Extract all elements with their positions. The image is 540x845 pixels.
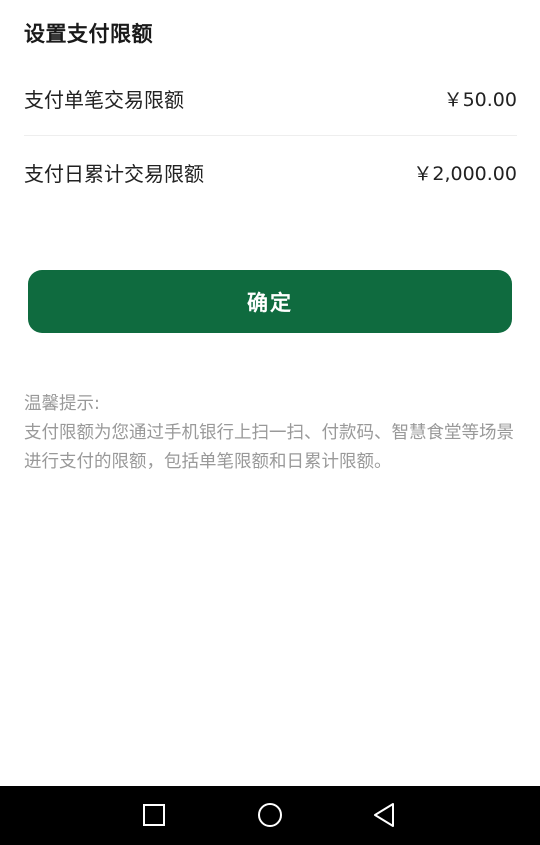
single-limit-label: 支付单笔交易限额: [24, 87, 184, 112]
single-transaction-limit-row[interactable]: 支付单笔交易限额 ￥50.00: [24, 83, 517, 113]
tips-heading: 温馨提示:: [24, 394, 100, 414]
system-navigation-bar: [0, 786, 540, 845]
home-button[interactable]: [255, 800, 285, 830]
row-divider: [24, 135, 517, 136]
tips-section: 温馨提示: 支付限额为您通过手机银行上扫一扫、付款码、智慧食堂等场景进行支付的限…: [24, 390, 518, 477]
daily-limit-value: ￥2,000.00: [413, 162, 517, 185]
circle-home-icon: [258, 803, 282, 827]
daily-cumulative-limit-row[interactable]: 支付日累计交易限额 ￥2,000.00: [24, 157, 517, 187]
recent-apps-button[interactable]: [139, 800, 169, 830]
payment-limit-screen: 设置支付限额 支付单笔交易限额 ￥50.00 支付日累计交易限额 ￥2,000.…: [0, 0, 540, 845]
daily-limit-label: 支付日累计交易限额: [24, 161, 204, 186]
page-title: 设置支付限额: [24, 22, 153, 46]
triangle-back-icon: [374, 803, 394, 827]
square-recent-apps-icon: [143, 804, 165, 826]
confirm-button[interactable]: 确定: [28, 270, 512, 333]
single-limit-value: ￥50.00: [443, 88, 517, 111]
tips-body: 支付限额为您通过手机银行上扫一扫、付款码、智慧食堂等场景进行支付的限额，包括单笔…: [24, 423, 514, 472]
back-button[interactable]: [369, 800, 399, 830]
